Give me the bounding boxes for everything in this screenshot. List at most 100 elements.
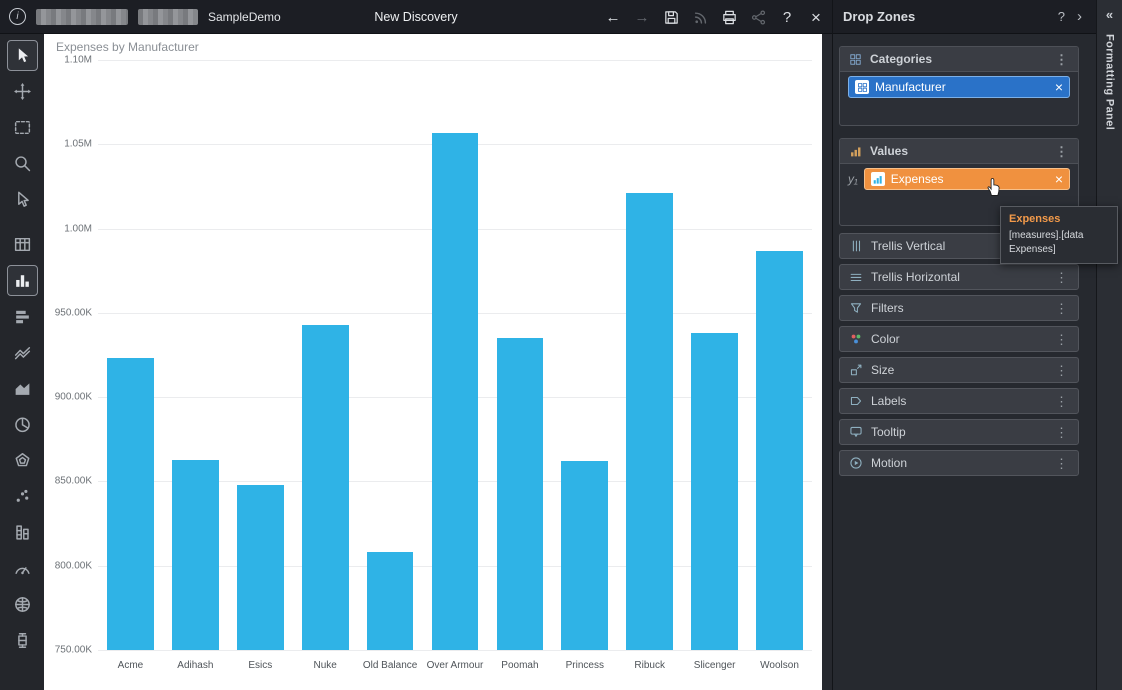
kebab-menu-icon[interactable]: ⋮ <box>1053 53 1070 66</box>
drop-zone-row-tooltip[interactable]: Tooltip ⋮ <box>839 419 1079 445</box>
kebab-menu-icon[interactable]: ⋮ <box>1053 457 1070 470</box>
bars-icon <box>871 172 885 186</box>
kebab-menu-icon[interactable]: ⋮ <box>1053 145 1070 158</box>
y-axis-tick-label: 1.10M <box>46 55 92 66</box>
zoom-tool-icon[interactable] <box>7 148 38 179</box>
bar-adihash[interactable] <box>172 460 219 650</box>
y1-axis-label: y₁ <box>848 172 858 186</box>
bar-acme[interactable] <box>107 358 154 650</box>
top-toolbar: i SampleDemo New Discovery ← → <box>0 0 832 34</box>
help-icon[interactable]: ? <box>777 7 797 27</box>
print-icon[interactable] <box>719 7 739 27</box>
grid-icon <box>848 52 863 67</box>
gridline <box>98 60 812 61</box>
kebab-menu-icon[interactable]: ⋮ <box>1053 333 1070 346</box>
kebab-menu-icon[interactable]: ⋮ <box>1053 271 1070 284</box>
select-cursor-icon[interactable] <box>7 40 38 71</box>
values-drop-area[interactable]: y₁ Expenses × <box>840 164 1078 190</box>
chevron-right-icon[interactable]: › <box>1073 8 1086 25</box>
redacted-box <box>138 9 198 25</box>
kebab-menu-icon[interactable]: ⋮ <box>1053 364 1070 377</box>
kebab-menu-icon[interactable]: ⋮ <box>1053 426 1070 439</box>
color-icon <box>848 331 864 347</box>
bar-poomah[interactable] <box>497 338 544 650</box>
drop-zone-row-trellis-horizontal[interactable]: Trellis Horizontal ⋮ <box>839 264 1079 290</box>
zone-row-label: Filters <box>871 301 904 315</box>
drop-zone-row-filters[interactable]: Filters ⋮ <box>839 295 1079 321</box>
drop-zone-row-motion[interactable]: Motion⋮ <box>839 450 1079 476</box>
bar-slicenger[interactable] <box>691 333 738 650</box>
scatter-chart-icon[interactable] <box>7 481 38 512</box>
labels-icon <box>848 393 864 409</box>
x-axis-category-label: Esics <box>248 660 272 671</box>
bar-princess[interactable] <box>561 461 608 650</box>
y-axis-tick-label: 1.00M <box>46 223 92 234</box>
bar-chart-icon[interactable] <box>7 265 38 296</box>
x-axis-category-label: Slicenger <box>694 660 736 671</box>
x-axis-category-label: Princess <box>566 660 604 671</box>
formatting-panel-strip[interactable]: « Formatting Panel <box>1096 0 1122 690</box>
bar-ribuck[interactable] <box>626 193 673 650</box>
drop-zone-row-size[interactable]: Size ⋮ <box>839 357 1079 383</box>
feed-rss-icon[interactable] <box>690 7 710 27</box>
zone-row-label: Tooltip <box>871 425 906 439</box>
bars-icon <box>848 144 863 159</box>
pill-label: Manufacturer <box>875 80 946 94</box>
x-axis-category-label: Over Armour <box>427 660 484 671</box>
drop-zone-row-color[interactable]: Color⋮ <box>839 326 1079 352</box>
drop-zones-panel: Drop Zones ? › Categories ⋮ Manufacturer… <box>832 0 1096 690</box>
bar-esics[interactable] <box>237 485 284 650</box>
pointer-tool-icon[interactable] <box>7 184 38 215</box>
tooltip-icon <box>848 424 864 440</box>
categories-zone: Categories ⋮ Manufacturer × <box>839 46 1079 126</box>
panel-header: Drop Zones ? › <box>833 0 1096 34</box>
stacked-bar-chart-icon[interactable] <box>7 517 38 548</box>
zone-row-label: Size <box>871 363 894 377</box>
horizontal-bar-chart-icon[interactable] <box>7 301 38 332</box>
expenses-pill[interactable]: Expenses × <box>864 168 1070 190</box>
boxplot-chart-icon[interactable] <box>7 625 38 656</box>
info-icon[interactable]: i <box>9 8 26 25</box>
bar-old-balance[interactable] <box>367 552 414 650</box>
remove-field-icon[interactable]: × <box>1049 172 1063 186</box>
map-chart-icon[interactable] <box>7 589 38 620</box>
bar-woolson[interactable] <box>756 251 803 651</box>
field-tooltip: Expenses [measures].[data Expenses] <box>1000 206 1118 264</box>
marquee-select-icon[interactable] <box>7 112 38 143</box>
remove-field-icon[interactable]: × <box>1049 80 1063 94</box>
redo-forward-icon[interactable]: → <box>632 7 652 27</box>
categories-drop-area[interactable]: Manufacturer × <box>840 72 1078 98</box>
x-axis-category-label: Acme <box>118 660 144 671</box>
y-axis-tick-label: 800.00K <box>46 560 92 571</box>
manufacturer-pill[interactable]: Manufacturer × <box>848 76 1070 98</box>
panel-help-icon[interactable]: ? <box>1050 9 1073 24</box>
save-icon[interactable] <box>661 7 681 27</box>
pie-chart-icon[interactable] <box>7 409 38 440</box>
chart-canvas[interactable]: Expenses by Manufacturer 1.10M1.05M1.00M… <box>44 34 822 690</box>
zone-row-label: Trellis Horizontal <box>871 270 960 284</box>
move-tool-icon[interactable] <box>7 76 38 107</box>
size-icon <box>848 362 864 378</box>
table-chart-icon[interactable] <box>7 229 38 260</box>
drop-zone-row-labels[interactable]: Labels⋮ <box>839 388 1079 414</box>
categories-zone-header: Categories ⋮ <box>840 47 1078 72</box>
undo-back-icon[interactable]: ← <box>603 7 623 27</box>
radar-chart-icon[interactable] <box>7 445 38 476</box>
gauge-chart-icon[interactable] <box>7 553 38 584</box>
kebab-menu-icon[interactable]: ⋮ <box>1053 395 1070 408</box>
bar-nuke[interactable] <box>302 325 349 650</box>
x-axis-category-label: Nuke <box>313 660 336 671</box>
pill-label: Expenses <box>891 172 944 186</box>
gridline <box>98 650 812 651</box>
share-icon[interactable] <box>748 7 768 27</box>
motion-icon <box>848 455 864 471</box>
app-window: i SampleDemo New Discovery ← → <box>0 0 1122 690</box>
close-icon[interactable]: × <box>806 7 826 27</box>
area-chart-icon[interactable] <box>7 373 38 404</box>
trellis-horizontal-icon <box>848 269 864 285</box>
kebab-menu-icon[interactable]: ⋮ <box>1053 302 1070 315</box>
expand-panel-icon[interactable]: « <box>1097 7 1122 22</box>
bar-over-armour[interactable] <box>432 133 479 651</box>
y-axis-tick-label: 750.00K <box>46 645 92 656</box>
line-chart-icon[interactable] <box>7 337 38 368</box>
